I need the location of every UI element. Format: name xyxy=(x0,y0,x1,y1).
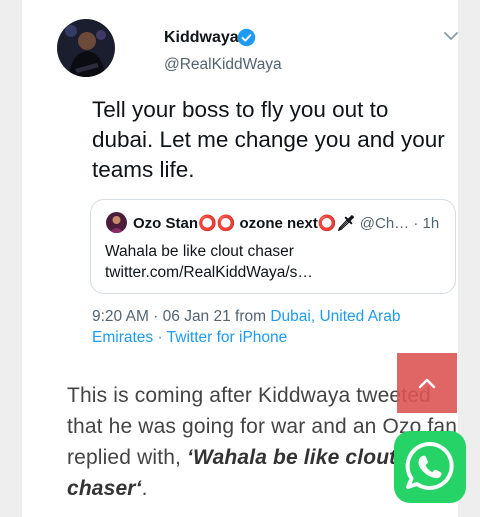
tweet-source-link[interactable]: Twitter for iPhone xyxy=(167,329,288,346)
tweet-text: Tell your boss to fly you out to dubai. … xyxy=(92,97,445,182)
quote-separator: · xyxy=(413,215,419,232)
chevron-down-icon[interactable] xyxy=(443,28,459,44)
verified-badge-icon xyxy=(237,28,256,47)
article-card: Kiddwaya @RealKiddWaya Tell your boss to… xyxy=(22,0,458,517)
whatsapp-icon xyxy=(405,441,454,490)
scroll-to-top-button[interactable] xyxy=(397,353,457,413)
chevron-up-icon xyxy=(418,378,436,389)
quote-author-avatar[interactable] xyxy=(106,212,127,233)
author-name[interactable]: Kiddwaya xyxy=(164,29,239,47)
tweet-timestamp[interactable]: 9:20 AM · 06 Jan 21 from xyxy=(92,308,270,325)
article-text-end: . xyxy=(141,477,148,500)
quote-header: Ozo Stan⭕⭕ ozone next⭕🗡 @Ch… · 1h xyxy=(133,214,439,232)
quote-time[interactable]: 1h xyxy=(423,215,440,232)
tweet-meta: 9:20 AM · 06 Jan 21 from Dubai, United A… xyxy=(92,306,452,348)
author-handle[interactable]: @RealKiddWaya xyxy=(164,56,282,74)
whatsapp-share-button[interactable] xyxy=(394,431,466,503)
author-avatar[interactable] xyxy=(57,19,115,77)
quote-author-name[interactable]: Ozo Stan⭕⭕ ozone next⭕🗡 xyxy=(133,215,356,232)
quote-author-handle[interactable]: @Ch… xyxy=(360,215,409,232)
meta-separator: · xyxy=(153,329,167,346)
quoted-tweet[interactable]: Ozo Stan⭕⭕ ozone next⭕🗡 @Ch… · 1h Wahala… xyxy=(90,199,456,294)
quote-text: Wahala be like clout chaser twitter.com/… xyxy=(105,243,313,281)
